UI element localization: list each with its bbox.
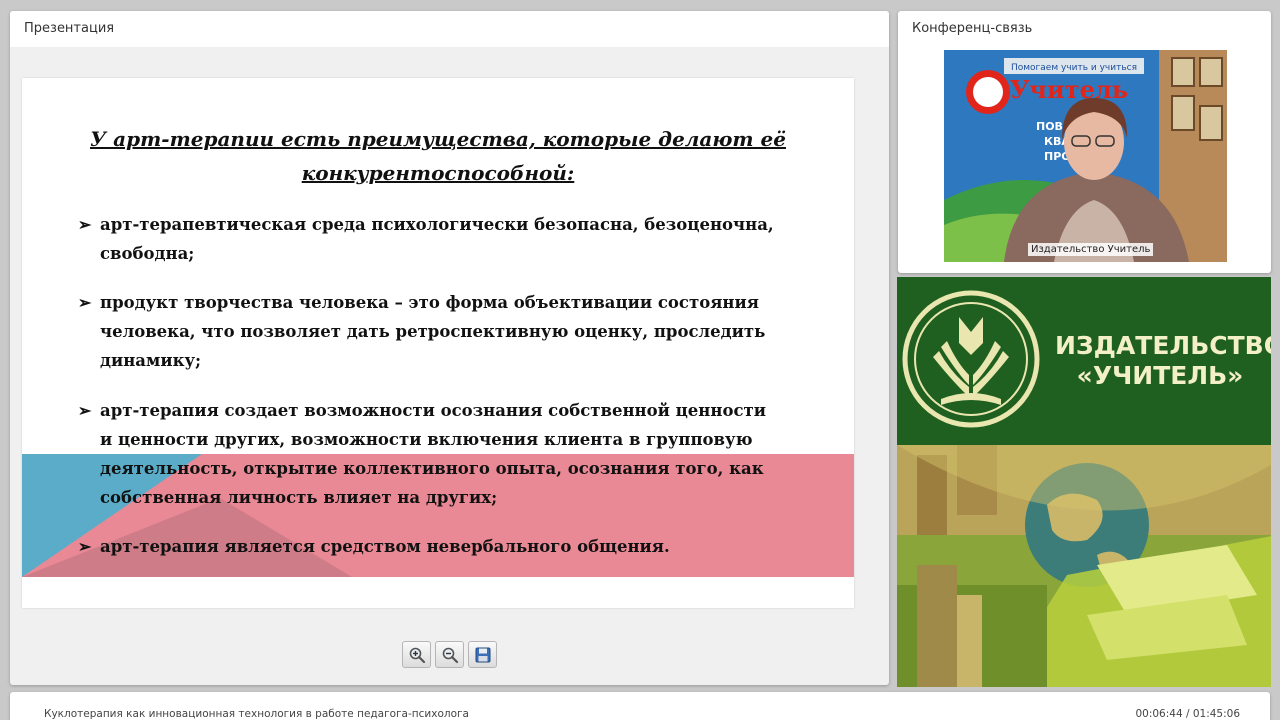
presentation-header bbox=[10, 11, 889, 47]
slide-bullet-3: ➢ арт-терапия создает возможности осозна… bbox=[78, 396, 778, 512]
publisher-logo-icon bbox=[902, 290, 1040, 428]
publisher-banner-books-image bbox=[897, 445, 1271, 687]
webcam-video[interactable]: Помогаем учить и учиться Учитель ПОВЫШ К… bbox=[944, 50, 1227, 262]
conference-title: Конференц-связь bbox=[912, 21, 1033, 36]
slide-bullet-1: ➢ арт-терапевтическая среда психологичес… bbox=[78, 210, 778, 268]
save-icon bbox=[475, 647, 490, 662]
zoom-out-button[interactable] bbox=[435, 641, 464, 668]
webcam-frame-image: Помогаем учить и учиться Учитель ПОВЫШ К… bbox=[944, 50, 1227, 262]
zoom-in-button[interactable] bbox=[402, 641, 431, 668]
slide-toolbar bbox=[402, 641, 497, 668]
save-button[interactable] bbox=[468, 641, 497, 668]
slide-bullet-4: ➢ арт-терапия является средством неверба… bbox=[78, 532, 778, 561]
presentation-title: Презентация bbox=[24, 21, 115, 36]
banner-line-1: Помогаем учить и учиться bbox=[1011, 63, 1137, 73]
arrow-bullet-icon: ➢ bbox=[78, 401, 92, 420]
books-globe-image bbox=[897, 445, 1271, 687]
slide-bullet-text: арт-терапия является средством невербаль… bbox=[100, 537, 670, 556]
slide-bullet-2: ➢ продукт творчества человека – это форм… bbox=[78, 288, 778, 375]
slide-bullet-text: продукт творчества человека – это форма … bbox=[100, 293, 766, 370]
slide-bullet-text: арт-терапевтическая среда психологически… bbox=[100, 215, 774, 263]
slide-heading: У арт-терапии есть преимущества, которые… bbox=[82, 122, 794, 190]
publisher-banner-top: ИЗДАТЕЛЬСТВО «УЧИТЕЛЬ» bbox=[897, 277, 1271, 445]
publisher-banner: ИЗДАТЕЛЬСТВО «УЧИТЕЛЬ» bbox=[897, 277, 1271, 687]
webcam-label: Издательство Учитель bbox=[1028, 243, 1154, 256]
arrow-bullet-icon: ➢ bbox=[78, 215, 92, 234]
arrow-bullet-icon: ➢ bbox=[78, 537, 92, 556]
conference-panel: Конференц-связь Помогаем учить и учиться… bbox=[898, 11, 1271, 273]
publisher-name-line1: ИЗДАТЕЛЬСТВО bbox=[1055, 331, 1271, 360]
presentation-panel: Презентация У арт-терапии есть преимущес… bbox=[10, 11, 889, 685]
slide-heading-line2: конкурентоспособной: bbox=[301, 161, 575, 185]
zoom-in-icon bbox=[409, 647, 425, 663]
publisher-name-line2: «УЧИТЕЛЬ» bbox=[1076, 361, 1244, 390]
footer-bar: Куклотерапия как инновационная технологи… bbox=[10, 692, 1270, 720]
publisher-name: ИЗДАТЕЛЬСТВО «УЧИТЕЛЬ» bbox=[1055, 331, 1271, 391]
zoom-out-icon bbox=[442, 647, 458, 663]
slide: У арт-терапии есть преимущества, которые… bbox=[22, 78, 854, 608]
banner-line-2: Учитель bbox=[1010, 75, 1128, 104]
arrow-bullet-icon: ➢ bbox=[78, 293, 92, 312]
playback-time: 00:06:44 / 01:45:06 bbox=[1135, 708, 1240, 720]
webinar-title: Куклотерапия как инновационная технологи… bbox=[44, 708, 469, 720]
slide-bullet-text: арт-терапия создает возможности осознани… bbox=[100, 401, 766, 507]
slide-heading-line1: У арт-терапии есть преимущества, которые… bbox=[89, 127, 786, 151]
